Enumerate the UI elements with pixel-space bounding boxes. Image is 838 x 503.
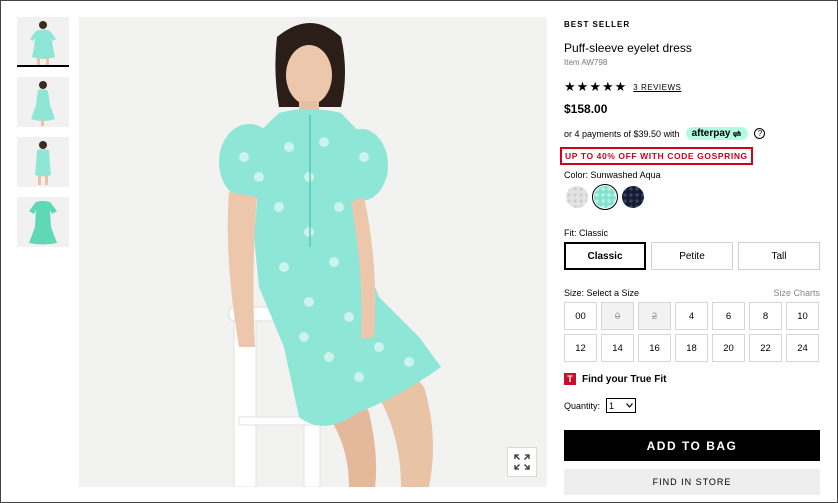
thumbnail-front[interactable]	[17, 17, 69, 67]
swatch-white[interactable]	[566, 186, 588, 208]
swatch-navy[interactable]	[622, 186, 644, 208]
size-label-row: Size: Select a Size Size Charts	[564, 288, 820, 298]
star-icon: ★	[614, 79, 627, 94]
size-option[interactable]: 20	[712, 334, 745, 362]
size-prompt: Select a Size	[586, 288, 640, 298]
thumbnail-side[interactable]	[17, 77, 69, 127]
quantity-select[interactable]: 1	[606, 398, 637, 413]
thumbnail-front-image	[30, 21, 56, 65]
model-photo	[219, 23, 441, 487]
star-icon: ★	[601, 79, 614, 94]
size-option[interactable]: 8	[749, 302, 782, 330]
star-rating: ★ ★ ★ ★ ★	[564, 80, 626, 94]
size-option[interactable]: 12	[564, 334, 597, 362]
product-title: Puff-sleeve eyelet dress	[564, 41, 692, 55]
expand-icon	[514, 454, 530, 470]
chevron-down-icon	[626, 403, 633, 408]
thumbnail-flat-image	[29, 201, 57, 245]
star-icon: ★	[589, 79, 601, 94]
reviews-link[interactable]: 3 REVIEWS	[633, 83, 681, 92]
size-option[interactable]: 24	[786, 334, 819, 362]
fit-classic-button[interactable]: Classic	[564, 242, 646, 270]
item-number: Item AW798	[564, 58, 608, 67]
quantity-label: Quantity:	[564, 400, 601, 411]
rating-row: ★ ★ ★ ★ ★ 3 REVIEWS	[564, 80, 681, 94]
afterpay-text: or 4 payments of $39.50 with	[564, 128, 680, 139]
fit-tall-button[interactable]: Tall	[738, 242, 820, 270]
size-option[interactable]: 16	[638, 334, 671, 362]
selected-color: Sunwashed Aqua	[590, 170, 661, 180]
size-option[interactable]: 6	[712, 302, 745, 330]
color-label: Color:	[564, 170, 589, 180]
zoom-button[interactable]	[507, 447, 537, 477]
quantity-row: Quantity: 1	[564, 398, 637, 413]
thumbnail-side-image	[31, 81, 55, 126]
find-in-store-button[interactable]: FIND IN STORE	[564, 469, 820, 495]
fit-label-row: Fit: Classic	[564, 228, 608, 238]
size-label: Size:	[564, 288, 585, 298]
afterpay-arrows-icon	[733, 130, 742, 137]
size-charts-link[interactable]: Size Charts	[773, 288, 820, 298]
quantity-value: 1	[609, 400, 615, 411]
size-grid: 00 0 2 4 6 8 10 12 14 16 18 20 22 24	[564, 302, 819, 362]
size-option[interactable]: 0	[601, 302, 634, 330]
truefit-link[interactable]: T Find your True Fit	[564, 373, 666, 385]
thumbnail-back-image	[35, 141, 51, 185]
add-to-bag-button[interactable]: ADD TO BAG	[564, 430, 820, 461]
truefit-label: Find your True Fit	[582, 373, 667, 385]
size-option[interactable]: 00	[564, 302, 597, 330]
question-icon[interactable]: ?	[754, 128, 766, 139]
selected-fit: Classic	[579, 228, 609, 238]
fit-petite-button[interactable]: Petite	[651, 242, 733, 270]
thumbnail-flat[interactable]	[17, 197, 69, 247]
best-seller-badge: BEST SELLER	[564, 20, 631, 29]
size-option[interactable]: 4	[675, 302, 708, 330]
thumbnail-gallery	[17, 17, 69, 257]
product-main-image	[79, 17, 547, 487]
star-icon: ★	[564, 79, 576, 94]
truefit-logo-icon: T	[564, 373, 576, 385]
size-label-group: Size: Select a Size	[564, 288, 639, 298]
color-swatches	[566, 184, 644, 210]
thumbnail-back[interactable]	[17, 137, 69, 187]
afterpay-logo[interactable]: afterpay	[685, 127, 749, 140]
afterpay-logo-text: afterpay	[691, 128, 731, 139]
promo-banner: UP TO 40% OFF WITH CODE GOSPRING	[560, 147, 753, 165]
afterpay-row: or 4 payments of $39.50 with afterpay ?	[564, 127, 766, 140]
product-price: $158.00	[564, 102, 608, 116]
size-option[interactable]: 22	[749, 334, 782, 362]
size-option[interactable]: 10	[786, 302, 819, 330]
size-option[interactable]: 14	[601, 334, 634, 362]
color-label-row: Color: Sunwashed Aqua	[564, 170, 661, 180]
size-option[interactable]: 2	[638, 302, 671, 330]
size-option[interactable]: 18	[675, 334, 708, 362]
swatch-sunwashed-aqua[interactable]	[592, 184, 618, 210]
fit-label: Fit:	[564, 228, 577, 238]
star-icon: ★	[576, 79, 589, 94]
fit-options: Classic Petite Tall	[564, 242, 820, 270]
